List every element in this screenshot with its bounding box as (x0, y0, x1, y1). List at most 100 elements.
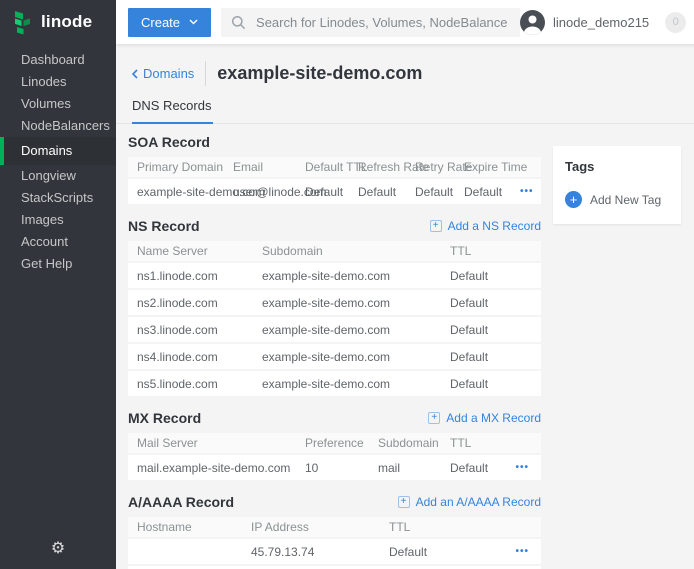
table-header-row: Name ServerSubdomainTTL (128, 241, 541, 261)
section-soa-record: SOA Record Primary DomainEmailDefault TTL… (128, 133, 541, 204)
add-ns-record-link[interactable]: + Add a NS Record (430, 219, 541, 233)
sidebar-item-account[interactable]: Account (0, 231, 116, 253)
page-title: example-site-demo.com (217, 63, 422, 84)
add-new-tag-button[interactable]: + Add New Tag (565, 191, 669, 208)
notification-count-badge[interactable]: 0 (665, 12, 686, 33)
user-avatar-icon[interactable] (520, 10, 545, 35)
table-cell: example-site-demo.com (262, 350, 450, 364)
table-cell: mail (378, 461, 450, 475)
table-cell: Default (450, 377, 541, 391)
table-cell: Default (358, 185, 415, 199)
plus-box-icon: + (398, 496, 410, 508)
username-label[interactable]: linode_demo215 (553, 15, 649, 30)
column-header: TTL (389, 520, 507, 534)
table-cell: Default (450, 461, 507, 475)
section-a-record: A/AAAA Record + Add an A/AAAA Record Hostna… (128, 493, 541, 569)
sidebar-nav: DashboardLinodesVolumesNodeBalancersDoma… (0, 49, 116, 275)
table-cell: 10 (305, 461, 378, 475)
plus-circle-icon: + (565, 191, 582, 208)
column-header: Primary Domain (137, 160, 233, 174)
column-header: Retry Rate (415, 160, 464, 174)
table-row: 45.79.13.74Default••• (128, 539, 541, 564)
section-mx-record: MX Record + Add a MX Record Mail ServerPref… (128, 409, 541, 480)
column-header: Default TTL (305, 160, 358, 174)
table-row: ns2.linode.comexample-site-demo.comDefau… (128, 290, 541, 315)
add-new-tag-label: Add New Tag (590, 193, 661, 207)
table-cell: ns1.linode.com (137, 269, 262, 283)
add-mx-record-link[interactable]: + Add a MX Record (428, 411, 541, 425)
column-header: Subdomain (378, 436, 450, 450)
table-cell: Default (305, 185, 358, 199)
column-header: Name Server (137, 244, 262, 258)
back-to-domains-link[interactable]: Domains (132, 66, 194, 81)
table-cell: Default (389, 545, 507, 559)
linode-cubes-icon (13, 10, 33, 35)
table-header-row: HostnameIP AddressTTL (128, 517, 541, 537)
tags-title: Tags (565, 159, 669, 174)
sidebar-item-get-help[interactable]: Get Help (0, 253, 116, 275)
sidebar-item-nodebalancers[interactable]: NodeBalancers (0, 115, 116, 137)
column-header: Expire Time (464, 160, 520, 174)
section-head: SOA Record (128, 133, 541, 150)
content-body: SOA Record Primary DomainEmailDefault TTL… (116, 124, 694, 569)
section-head: NS Record + Add a NS Record (128, 217, 541, 234)
row-actions-menu[interactable]: ••• (520, 186, 546, 197)
gear-icon: ⚙ (51, 538, 65, 557)
linode-logo: linode (0, 0, 116, 44)
table-cell: Default (450, 269, 541, 283)
table-row: ns3.linode.comexample-site-demo.comDefau… (128, 317, 541, 342)
table-cell: Default (450, 296, 541, 310)
section-title: NS Record (128, 218, 200, 234)
tags-panel: Tags + Add New Tag (553, 146, 681, 224)
settings-gear-button[interactable]: ⚙ (0, 538, 116, 558)
table-cell: user@linode.com (233, 185, 305, 199)
sidebar-item-volumes[interactable]: Volumes (0, 93, 116, 115)
section-head: MX Record + Add a MX Record (128, 409, 541, 426)
breadcrumb-divider (205, 61, 206, 86)
table-row: ns4.linode.comexample-site-demo.comDefau… (128, 344, 541, 369)
add-link-label: Add an A/AAAA Record (416, 495, 541, 509)
plus-box-icon: + (430, 220, 442, 232)
plus-box-icon: + (428, 412, 440, 424)
mx-record-table: Mail ServerPreferenceSubdomainTTL mail.ex… (128, 433, 541, 480)
add-link-label: Add a MX Record (446, 411, 541, 425)
row-actions-menu[interactable]: ••• (507, 546, 541, 557)
add-link-label: Add a NS Record (448, 219, 541, 233)
tab-dns-records[interactable]: DNS Records (132, 98, 213, 124)
column-header: Preference (305, 436, 378, 450)
table-row: mail.example-site-demo.com10mailDefault•… (128, 455, 541, 480)
column-header: TTL (450, 244, 541, 258)
table-cell: ns2.linode.com (137, 296, 262, 310)
sidebar-item-longview[interactable]: Longview (0, 165, 116, 187)
table-cell: example-site-demo.com (262, 377, 450, 391)
section-ns-record: NS Record + Add a NS Record Name ServerSubd… (128, 217, 541, 396)
section-title: A/AAAA Record (128, 494, 234, 510)
chevron-left-icon (132, 69, 138, 79)
global-search (221, 8, 520, 37)
ns-record-table: Name ServerSubdomainTTLns1.linode.comexa… (128, 241, 541, 396)
sidebar-item-dashboard[interactable]: Dashboard (0, 49, 116, 71)
add-a-record-link[interactable]: + Add an A/AAAA Record (398, 495, 541, 509)
column-header: Hostname (137, 520, 251, 534)
sidebar-item-images[interactable]: Images (0, 209, 116, 231)
column-header: TTL (450, 436, 507, 450)
search-input[interactable] (254, 14, 510, 31)
row-actions-menu[interactable]: ••• (507, 462, 541, 473)
column-header: Subdomain (262, 244, 450, 258)
tab-bar: DNS Records (116, 98, 694, 124)
table-cell: ns4.linode.com (137, 350, 262, 364)
table-cell: example-site-demo.com (137, 185, 233, 199)
table-row: ns5.linode.comexample-site-demo.comDefau… (128, 371, 541, 396)
soa-record-table: Primary DomainEmailDefault TTLRefresh Ra… (128, 157, 541, 204)
section-title: MX Record (128, 410, 201, 426)
create-button[interactable]: Create (128, 8, 211, 37)
section-head: A/AAAA Record + Add an A/AAAA Record (128, 493, 541, 510)
table-cell: example-site-demo.com (262, 269, 450, 283)
table-cell: Default (464, 185, 520, 199)
chevron-down-icon (189, 19, 198, 25)
sidebar-item-domains[interactable]: Domains (0, 137, 116, 165)
sidebar-item-stackscripts[interactable]: StackScripts (0, 187, 116, 209)
sidebar-item-linodes[interactable]: Linodes (0, 71, 116, 93)
table-row: ns1.linode.comexample-site-demo.comDefau… (128, 263, 541, 288)
column-header: Mail Server (137, 436, 305, 450)
